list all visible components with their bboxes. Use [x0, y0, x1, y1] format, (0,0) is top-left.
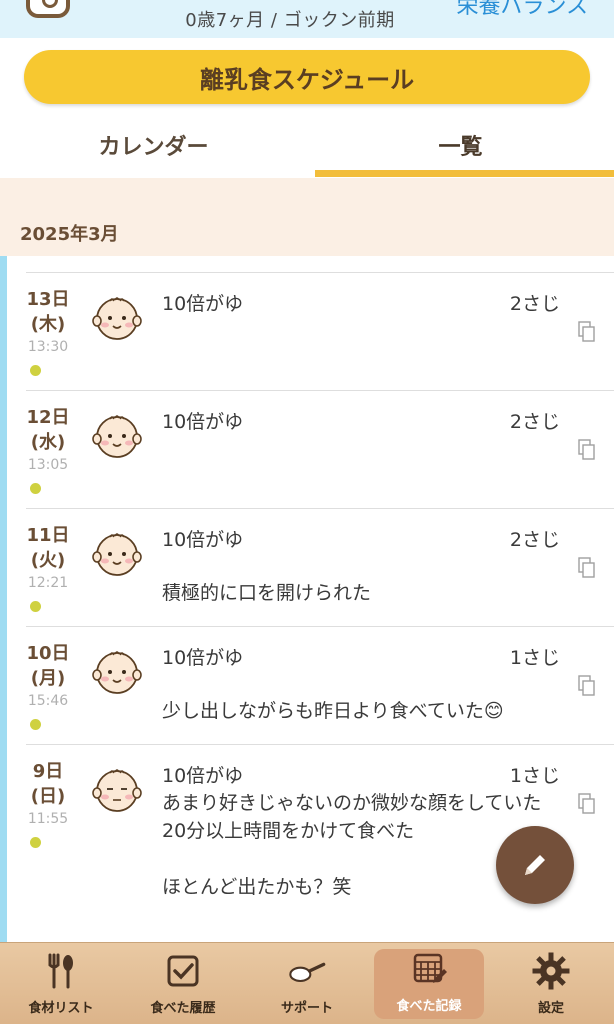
nav-label: 食材リスト — [28, 1001, 94, 1016]
pencil-icon — [525, 855, 545, 875]
entry-weekday: (火) — [30, 550, 66, 571]
food-name: 10倍がゆ — [162, 293, 244, 315]
month-label: 2025年3月 — [20, 224, 119, 245]
timeline-bar — [0, 256, 7, 942]
entry-time: 12:21 — [27, 575, 69, 591]
spoon-icon — [287, 951, 327, 991]
entry-day: 9日 — [32, 761, 64, 782]
food-amount: 2さじ — [509, 529, 560, 551]
status-dot — [30, 719, 41, 730]
nav-label: サポート — [280, 1001, 333, 1016]
status-dot — [30, 483, 41, 494]
add-record-button[interactable] — [496, 826, 574, 904]
entry-time: 13:30 — [27, 339, 69, 355]
baby-happy-face-icon — [92, 651, 142, 694]
nav-eaten-history[interactable]: 食べた履歴 — [128, 951, 238, 1021]
copy-icon[interactable] — [578, 321, 596, 343]
nav-label: 食べた記録 — [396, 999, 462, 1014]
gear-icon — [531, 951, 571, 991]
entry-date: 12日 (水) — [26, 405, 70, 455]
entry-memo: 積極的に口を開けられた — [162, 582, 372, 604]
food-name: 10倍がゆ — [162, 529, 244, 551]
entry-weekday: (日) — [30, 786, 66, 807]
cutlery-icon — [41, 951, 81, 991]
view-tabs: カレンダー 一覧 — [0, 112, 614, 178]
food-amount: 2さじ — [509, 411, 560, 433]
calendar-edit-icon — [409, 949, 449, 989]
food-name: 10倍がゆ — [162, 411, 244, 433]
copy-icon[interactable] — [578, 439, 596, 461]
entry-weekday: (水) — [30, 432, 66, 453]
month-header: 2025年3月 — [0, 178, 614, 256]
active-tab-indicator — [315, 170, 614, 177]
list-item[interactable]: 12日 (水) 13:05 10倍がゆ 2さじ — [26, 390, 614, 508]
nav-settings[interactable]: 設定 — [496, 951, 606, 1021]
nav-eaten-record[interactable]: 食べた記録 — [374, 949, 484, 1019]
nav-label: 食べた履歴 — [150, 1001, 216, 1016]
copy-icon[interactable] — [578, 557, 596, 579]
nav-label: 設定 — [537, 1001, 564, 1016]
entry-time: 15:46 — [27, 693, 69, 709]
nav-support[interactable]: サポート — [252, 951, 362, 1021]
food-amount: 2さじ — [509, 293, 560, 315]
baby-neutral-face-icon — [92, 769, 142, 812]
entry-weekday: (月) — [30, 668, 66, 689]
entry-weekday: (木) — [30, 314, 66, 335]
entry-time: 13:05 — [27, 457, 69, 473]
entry-day: 13日 — [26, 289, 70, 310]
list-item[interactable]: 10日 (月) 15:46 10倍がゆ 1さじ 少し出しながらも昨日より食べてい… — [26, 626, 614, 744]
food-name: 10倍がゆ — [162, 765, 244, 787]
baby-happy-face-icon — [92, 415, 142, 458]
food-name: 10倍がゆ — [162, 647, 244, 669]
nutrition-balance-link[interactable]: 栄養バランス — [456, 0, 588, 20]
nav-ingredient-list[interactable]: 食材リスト — [6, 951, 116, 1021]
tab-calendar[interactable]: カレンダー — [0, 112, 307, 178]
food-amount: 1さじ — [509, 765, 560, 787]
top-header: 0歳7ヶ月 / ゴックン前期 栄養バランス — [0, 0, 614, 38]
baby-happy-face-icon — [92, 297, 142, 340]
entry-date: 13日 (木) — [26, 287, 70, 337]
entry-day: 10日 — [26, 643, 70, 664]
bottom-navigation: 食材リスト 食べた履歴 サポート 食べた記録 設定 — [0, 942, 614, 1024]
status-dot — [30, 837, 41, 848]
entry-date: 10日 (月) — [26, 641, 70, 691]
list-item[interactable]: 11日 (火) 12:21 10倍がゆ 2さじ 積極的に口を開けられた — [26, 508, 614, 626]
entry-day: 11日 — [26, 525, 70, 546]
entry-date: 9日 (日) — [26, 759, 70, 809]
entry-memo: 少し出しながらも昨日より食べていた😊 — [162, 700, 504, 722]
copy-icon[interactable] — [578, 793, 596, 815]
checkbox-icon — [163, 951, 203, 991]
tab-list[interactable]: 一覧 — [307, 112, 614, 178]
entry-time: 11:55 — [27, 811, 69, 827]
status-dot — [30, 365, 41, 376]
copy-icon[interactable] — [578, 675, 596, 697]
schedule-button[interactable]: 離乳食スケジュール — [24, 50, 590, 104]
status-dot — [30, 601, 41, 612]
baby-happy-face-icon — [92, 533, 142, 576]
food-amount: 1さじ — [509, 647, 560, 669]
list-item[interactable]: 13日 (木) 13:30 10倍がゆ 2さじ — [26, 272, 614, 390]
entry-date: 11日 (火) — [26, 523, 70, 573]
entry-day: 12日 — [26, 407, 70, 428]
